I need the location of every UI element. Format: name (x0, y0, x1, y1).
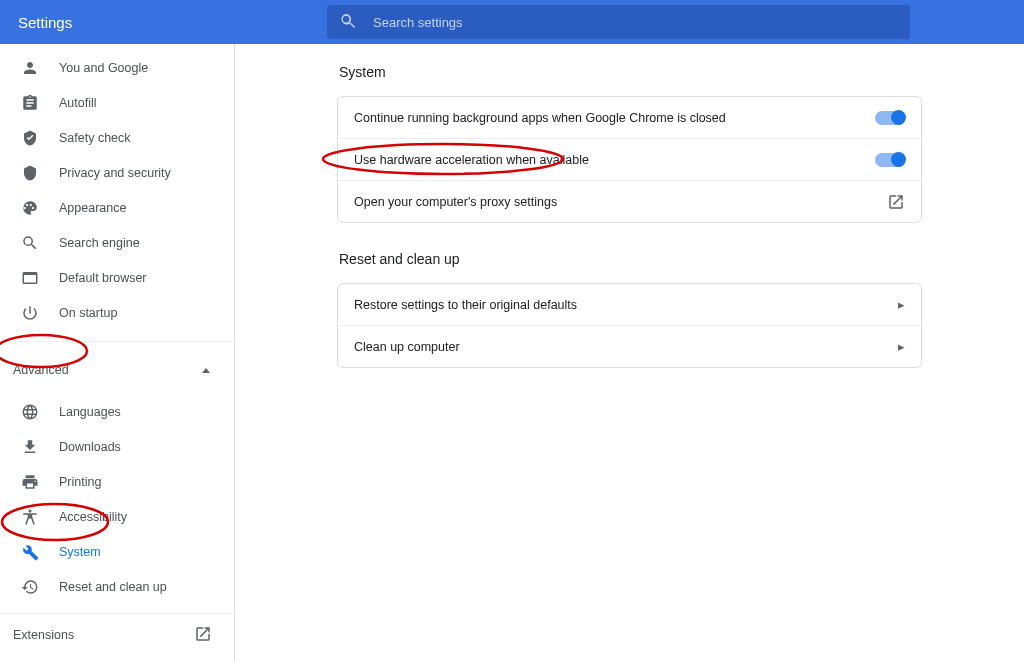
svg-point-2 (2, 504, 108, 540)
svg-point-1 (0, 335, 87, 367)
svg-point-0 (323, 144, 563, 174)
